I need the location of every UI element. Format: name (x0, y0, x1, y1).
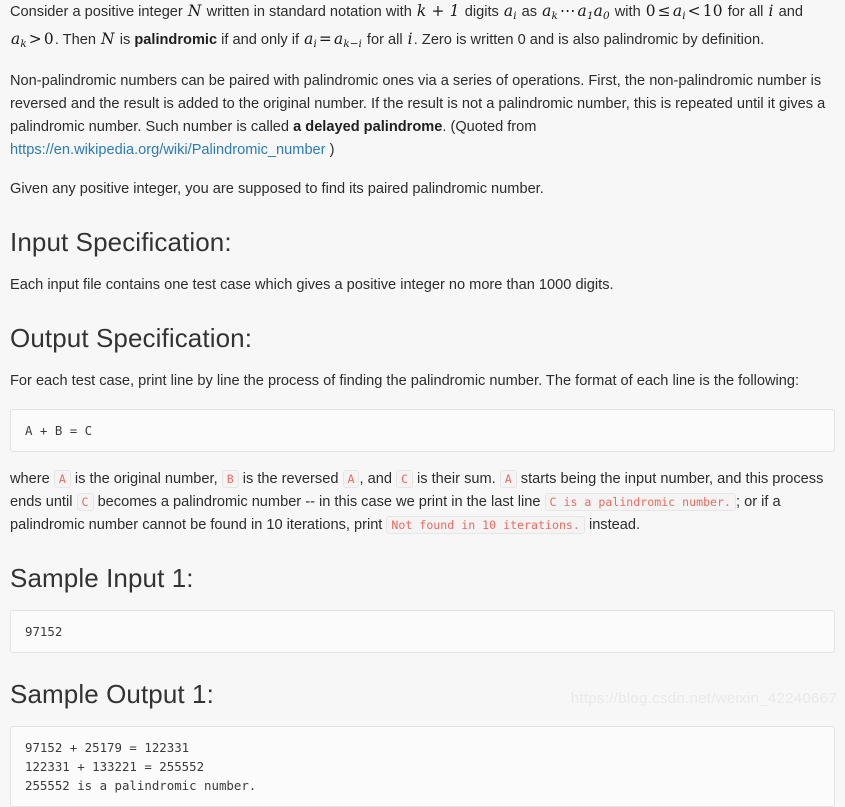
inline-code-a-2: A (342, 469, 360, 488)
intro-text-12: . Zero is written 0 and is also palindro… (413, 31, 765, 48)
intro-text-11: for all (362, 31, 407, 48)
math-digit-range: 0 ≤ ai <10 (645, 2, 723, 22)
output-format-code-block: A + B = C (10, 408, 835, 452)
output-specification-body: For each test case, print line by line t… (10, 372, 800, 389)
where-text-1: where (10, 470, 54, 487)
output-specification-details: where A is the original number, B is the… (10, 468, 835, 537)
math-palindrome-condition: ai = ak−i (304, 29, 362, 50)
sample-output-heading: Sample Output 1: (10, 678, 214, 709)
palindromic-bold-term: palindromic (134, 31, 218, 48)
math-k-plus-1: k + 1 (416, 2, 460, 20)
math-N: N (187, 2, 202, 20)
math-N-2: N (101, 29, 115, 48)
intro-text-8: . Then (54, 31, 101, 48)
math-a-sub-i: ai (503, 2, 517, 22)
where-text-5: is their sum. (412, 470, 500, 487)
intro-text-2: written in standard notation with (202, 4, 416, 20)
inline-code-c-2: C (76, 492, 94, 511)
inline-code-a-3: A (499, 469, 517, 488)
intro-text-4: as (517, 4, 542, 20)
wikipedia-palindromic-number-link[interactable]: https://en.wikipedia.org/wiki/Palindromi… (10, 142, 326, 158)
where-text-9: instead. (584, 516, 641, 533)
intro-text-10: if and only if (217, 31, 304, 48)
where-text-3: is the reversed (238, 470, 343, 487)
intro-text-9: is (115, 31, 135, 48)
intro-text-3: digits (460, 4, 503, 20)
sample-input-heading: Sample Input 1: (10, 562, 194, 593)
inline-code-c-1: C (396, 469, 413, 488)
intro-paragraph-1: Consider a positive integer N written in… (10, 0, 835, 56)
intro-text-1: Consider a positive integer (10, 4, 187, 20)
intro-text-5: with (610, 4, 645, 20)
output-specification-heading: Output Specification: (10, 322, 253, 353)
inline-code-b: B (221, 469, 239, 488)
math-a-sub-k-sequence: ak ⋯ a1a0 (542, 2, 610, 22)
problem-statement-page: Consider a positive integer N written in… (0, 0, 845, 807)
delayed-palindrome-text-3: ) (325, 141, 335, 158)
sample-input-code-block: 97152 (10, 609, 835, 653)
intro-text-6: for all (723, 4, 768, 20)
inline-code-not-found-message: Not found in 10 iterations. (386, 515, 585, 534)
inline-code-a-1: A (53, 469, 71, 488)
intro-paragraph-3: Given any positive integer, you are supp… (10, 180, 544, 197)
intro-text-7: and (774, 4, 804, 20)
intro-paragraph-2: Non-palindromic numbers can be paired wi… (10, 70, 835, 162)
input-specification-body: Each input file contains one test case w… (10, 276, 614, 293)
where-text-4: , and (359, 470, 396, 487)
delayed-palindrome-text-2: . (Quoted from (442, 118, 537, 135)
inline-code-palindromic-message: C is a palindromic number. (544, 492, 736, 511)
math-i-2: i (407, 29, 413, 48)
where-text-7: becomes a palindromic number -- in this … (93, 493, 545, 510)
delayed-palindrome-bold-term: a delayed palindrome (293, 118, 443, 135)
where-text-2: is the original number, (70, 470, 222, 487)
input-specification-heading: Input Specification: (10, 226, 232, 257)
sample-output-code-block: 97152 + 25179 = 122331 122331 + 133221 =… (10, 725, 835, 807)
math-ak-greater-zero: ak >0 (11, 29, 54, 50)
math-i: i (768, 2, 774, 20)
